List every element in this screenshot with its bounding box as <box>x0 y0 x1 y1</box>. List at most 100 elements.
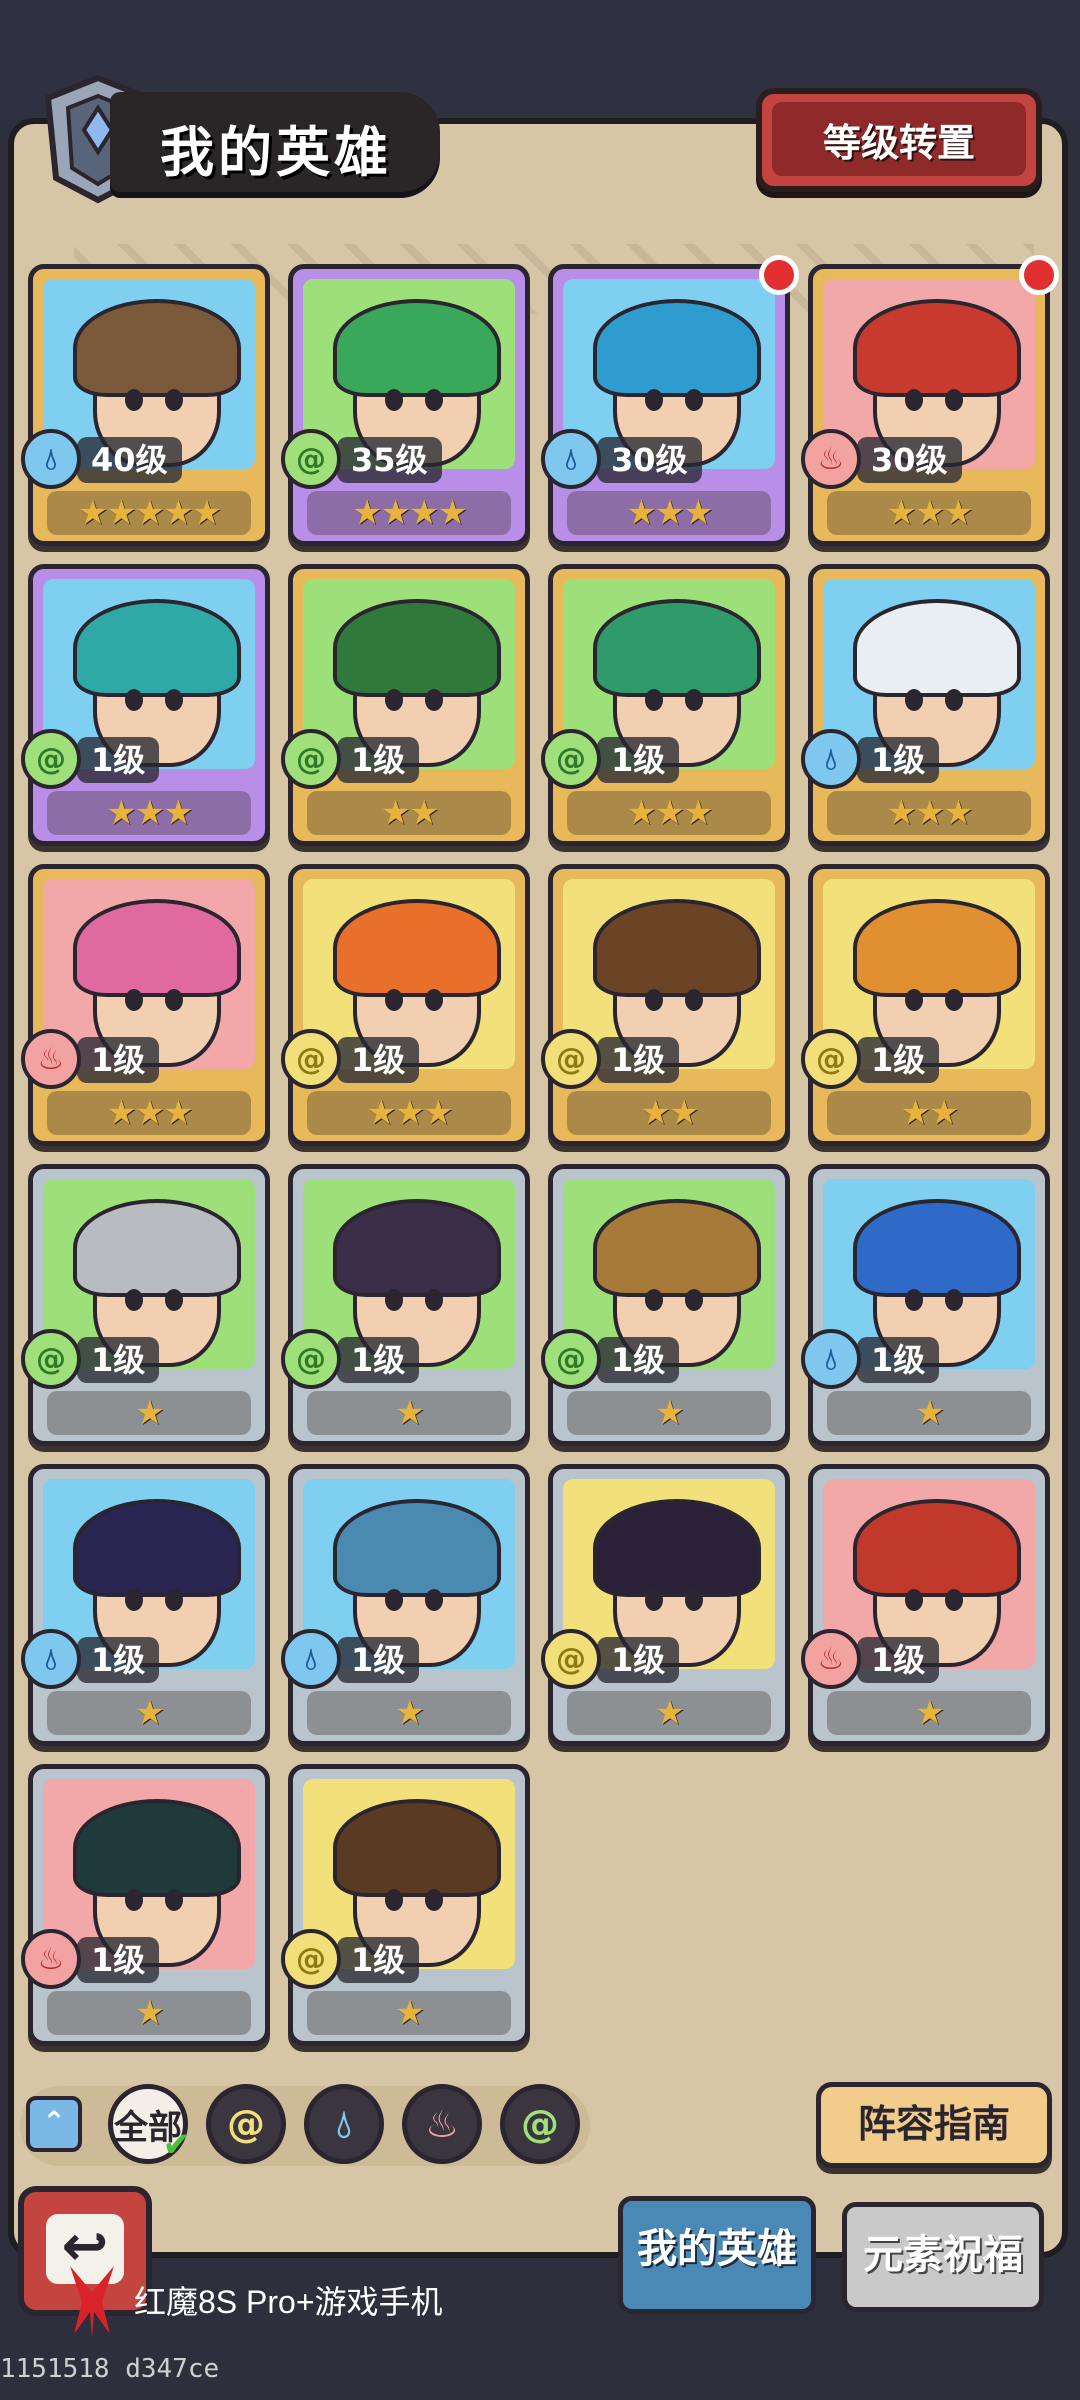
hero-star-rating: ★★★★★ <box>47 491 251 535</box>
hero-eye <box>425 1889 443 1911</box>
hero-star-rating: ★ <box>567 1691 771 1735</box>
hero-hair <box>853 599 1021 697</box>
hero-eye <box>945 1289 963 1311</box>
hero-card[interactable]: @1级 ★ <box>281 1764 530 2046</box>
hero-card[interactable]: @1级 ★★ <box>801 864 1050 1146</box>
hero-star-rating: ★★★ <box>307 1091 511 1135</box>
hero-eye <box>645 1289 663 1311</box>
notification-dot-icon <box>1019 255 1059 295</box>
hero-hair <box>593 899 761 997</box>
hero-hair <box>333 299 501 397</box>
wind-swirl-icon: @ <box>281 429 341 489</box>
hero-level: 1级 <box>337 737 420 783</box>
hero-card[interactable]: @1级 ★★★ <box>21 564 270 846</box>
hero-card[interactable]: @1级 ★★★ <box>281 864 530 1146</box>
lineup-guide-button[interactable]: 阵容指南 <box>816 2082 1052 2168</box>
hero-card[interactable]: @1级 ★ <box>21 1164 270 1446</box>
hero-eye <box>165 1589 183 1611</box>
filter-wind-icon[interactable]: @ <box>500 2084 580 2164</box>
hero-card[interactable]: 💧︎ 1级 ★★★ <box>801 564 1050 846</box>
hero-hair <box>593 1499 761 1597</box>
hero-level: 1级 <box>337 1637 420 1683</box>
water-drop-icon: 💧︎ <box>21 429 81 489</box>
hero-level: 1级 <box>77 737 160 783</box>
hero-star-rating: ★★ <box>567 1091 771 1135</box>
wind-swirl-icon: @ <box>541 1329 601 1389</box>
hero-eye <box>945 689 963 711</box>
hero-eye <box>385 1889 403 1911</box>
hero-eye <box>125 689 143 711</box>
hero-eye <box>125 1589 143 1611</box>
hero-card[interactable]: @1级 ★★★ <box>541 564 790 846</box>
hero-card[interactable]: ♨ 1级 ★★★ <box>21 864 270 1146</box>
collapse-chevron-up-icon[interactable]: ⌃ <box>26 2096 82 2152</box>
hero-hair <box>333 1199 501 1297</box>
hero-card[interactable]: ♨ 1级 ★ <box>21 1764 270 2046</box>
redmagic-logo-icon <box>70 2266 114 2338</box>
fire-flame-icon: ♨ <box>801 429 861 489</box>
hero-level: 1级 <box>597 1637 680 1683</box>
hero-eye <box>125 1889 143 1911</box>
tab-element-blessing[interactable]: 元素祝福 <box>842 2202 1044 2312</box>
hero-hair <box>73 899 241 997</box>
earth-swirl-icon: @ <box>541 1629 601 1689</box>
hero-card[interactable]: 💧︎ 1级 ★ <box>801 1164 1050 1446</box>
water-drop-icon: 💧︎ <box>541 429 601 489</box>
hero-eye <box>685 989 703 1011</box>
fire-flame-icon: ♨ <box>21 1029 81 1089</box>
water-drop-icon: 💧︎ <box>281 1629 341 1689</box>
hero-hair <box>73 1199 241 1297</box>
filter-earth-icon[interactable]: @ <box>206 2084 286 2164</box>
hero-star-rating: ★★★ <box>827 791 1031 835</box>
hero-eye <box>425 1589 443 1611</box>
hero-hair <box>333 1499 501 1597</box>
hero-star-rating: ★ <box>827 1691 1031 1735</box>
hero-card[interactable]: ♨ 1级 ★ <box>801 1464 1050 1746</box>
hero-level: 1级 <box>857 737 940 783</box>
hero-level: 1级 <box>77 1937 160 1983</box>
hero-card[interactable]: 💧︎ 30级 ★★★ <box>541 255 799 546</box>
filter-water-icon[interactable]: 💧︎ <box>304 2084 384 2164</box>
hero-card[interactable]: 💧︎ 1级 ★ <box>21 1464 270 1746</box>
hero-eye <box>905 389 923 411</box>
water-drop-icon: 💧︎ <box>21 1629 81 1689</box>
hero-card[interactable]: @1级 ★★ <box>281 564 530 846</box>
hero-star-rating: ★ <box>307 1691 511 1735</box>
hero-card[interactable]: @35级 ★★★★ <box>281 264 530 546</box>
hero-level: 40级 <box>77 437 182 483</box>
hero-eye <box>125 989 143 1011</box>
hero-hair <box>333 899 501 997</box>
water-drop-icon: 💧︎ <box>801 729 861 789</box>
hero-star-rating: ★ <box>47 1391 251 1435</box>
hero-eye <box>385 1289 403 1311</box>
checkmark-icon: ✔ <box>162 2125 192 2165</box>
hero-star-rating: ★ <box>307 1991 511 2035</box>
hero-level: 30级 <box>857 437 962 483</box>
hero-card[interactable]: @1级 ★ <box>541 1164 790 1446</box>
hero-eye <box>645 989 663 1011</box>
filter-all-button[interactable]: 全部 ✔ <box>108 2084 191 2165</box>
hero-level: 1级 <box>77 1337 160 1383</box>
hero-card[interactable]: 💧︎ 1级 ★ <box>281 1464 530 1746</box>
hero-star-rating: ★★ <box>307 791 511 835</box>
earth-swirl-icon: @ <box>281 1929 341 1989</box>
hero-card[interactable]: ♨ 30级 ★★★ <box>801 255 1059 546</box>
hero-hair <box>333 1799 501 1897</box>
hero-card[interactable]: 💧︎ 40级 ★★★★★ <box>21 264 270 546</box>
hero-card[interactable]: @1级 ★★ <box>541 864 790 1146</box>
level-transfer-button[interactable]: 等级转置 <box>756 88 1042 192</box>
hero-eye <box>645 1589 663 1611</box>
tab-my-heroes[interactable]: 我的英雄 <box>618 2196 816 2314</box>
hero-eye <box>425 989 443 1011</box>
fire-flame-icon: ♨ <box>21 1929 81 1989</box>
hero-eye <box>425 389 443 411</box>
notification-dot-icon <box>759 255 799 295</box>
filter-fire-icon[interactable]: ♨ <box>402 2084 482 2164</box>
hero-star-rating: ★★★ <box>47 1091 251 1135</box>
hero-card[interactable]: @1级 ★ <box>281 1164 530 1446</box>
hero-card[interactable]: @1级 ★ <box>541 1464 790 1746</box>
water-drop-icon: 💧︎ <box>801 1329 861 1389</box>
hero-eye <box>685 389 703 411</box>
hero-level: 1级 <box>857 1037 940 1083</box>
hero-star-rating: ★ <box>567 1391 771 1435</box>
